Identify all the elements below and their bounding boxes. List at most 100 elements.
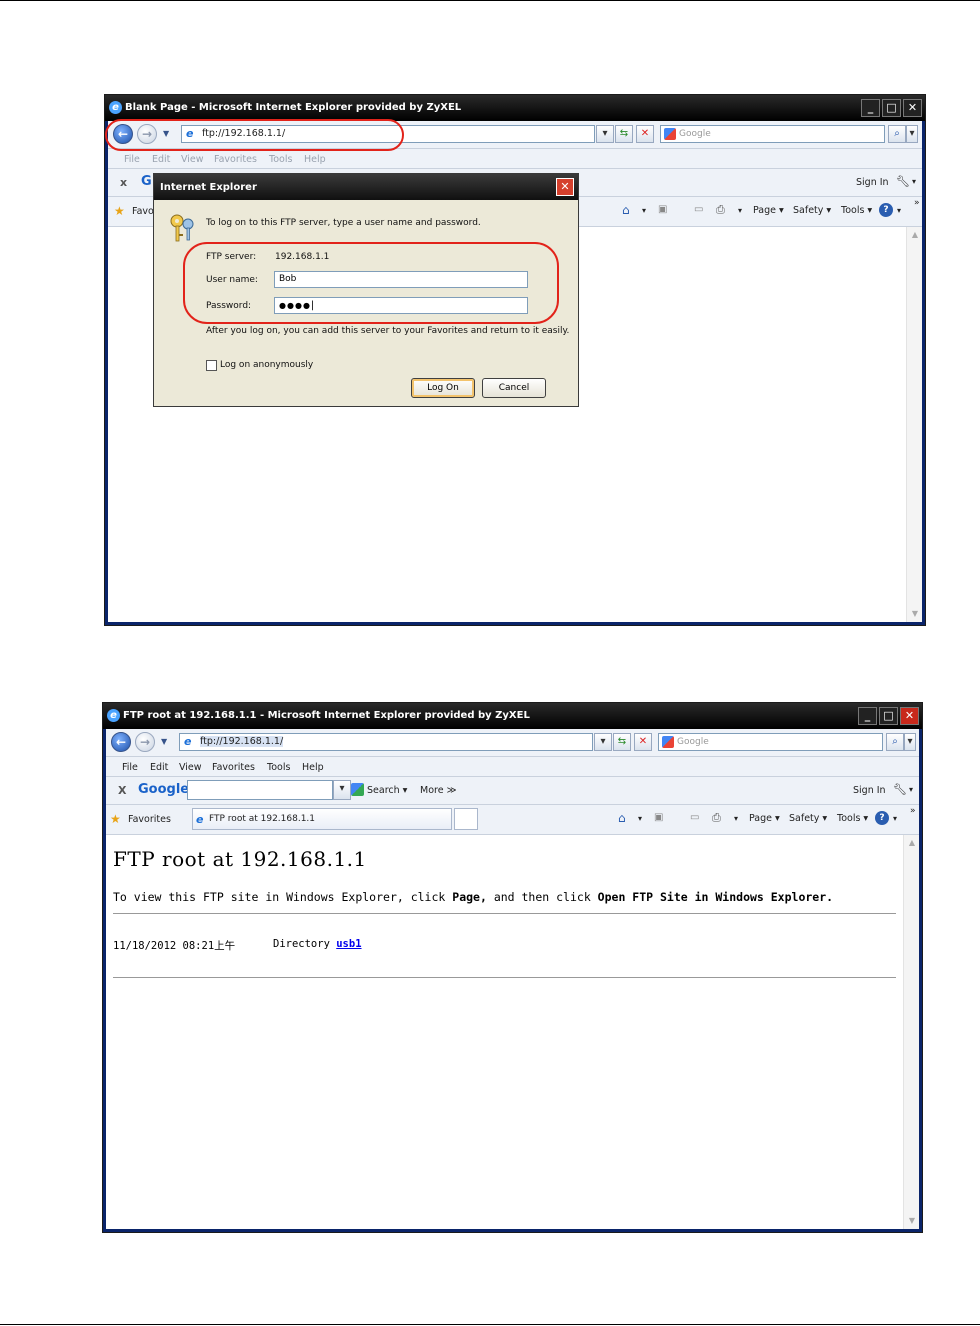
google-logo: Google [138, 782, 190, 797]
menu-edit[interactable]: Edit [152, 154, 170, 165]
google-search-input[interactable] [187, 780, 333, 800]
safety-menu[interactable]: Safety ▾ [793, 205, 831, 216]
favorites-button[interactable]: Favorites [128, 814, 171, 825]
close-button[interactable]: ✕ [903, 99, 922, 117]
menu-view[interactable]: View [181, 154, 204, 165]
google-toolbar-close[interactable]: X [118, 784, 126, 797]
page-bottom-rule [0, 1324, 980, 1325]
window-titlebar[interactable]: e FTP root at 192.168.1.1 - Microsoft In… [103, 703, 922, 729]
sign-in-link[interactable]: Sign In [853, 785, 886, 796]
sign-in-link[interactable]: Sign In [856, 177, 889, 188]
menu-help[interactable]: Help [304, 154, 326, 165]
search-input[interactable]: Google [658, 733, 883, 751]
scroll-up-icon[interactable]: ▲ [906, 837, 918, 849]
google-toolbar-close[interactable]: x [120, 176, 127, 189]
feeds-icon[interactable]: ▣ [658, 204, 667, 215]
chevron-more-icon[interactable]: » [914, 198, 920, 208]
maximize-button[interactable]: □ [879, 707, 898, 725]
home-dropdown-icon[interactable]: ▾ [638, 814, 642, 823]
ftp-heading: FTP root at 192.168.1.1 [113, 847, 367, 871]
new-tab-button[interactable] [454, 808, 478, 830]
print-dropdown-icon[interactable]: ▾ [734, 814, 738, 823]
favorites-button[interactable]: Favo [132, 206, 154, 217]
page-menu[interactable]: Page ▾ [753, 205, 784, 216]
tab-ftp-root[interactable]: e FTP root at 192.168.1.1 [192, 808, 452, 830]
scroll-down-icon[interactable]: ▼ [906, 1215, 918, 1227]
stop-button[interactable]: ✕ [634, 733, 652, 751]
tools-menu[interactable]: Tools ▾ [841, 205, 872, 216]
wrench-dropdown-icon[interactable]: ▾ [912, 177, 916, 186]
address-dropdown-button[interactable]: ▾ [596, 125, 614, 143]
safety-menu[interactable]: Safety ▾ [789, 813, 827, 824]
print-icon[interactable]: ⎙ [716, 203, 725, 217]
print-icon[interactable]: ⎙ [712, 811, 721, 825]
chevron-more-icon[interactable]: » [910, 806, 916, 816]
address-dropdown-button[interactable]: ▾ [594, 733, 612, 751]
help-dropdown-icon[interactable]: ▾ [893, 814, 897, 823]
anonymous-label[interactable]: Log on anonymously [220, 360, 313, 370]
help-dropdown-icon[interactable]: ▾ [897, 206, 901, 215]
menu-favorites[interactable]: Favorites [214, 154, 257, 165]
dialog-titlebar[interactable]: Internet Explorer [154, 174, 578, 200]
forward-button[interactable]: → [135, 732, 155, 752]
menu-tools[interactable]: Tools [269, 154, 292, 165]
anonymous-checkbox[interactable] [206, 360, 217, 371]
cancel-button[interactable]: Cancel [482, 378, 546, 398]
minimize-button[interactable]: _ [858, 707, 877, 725]
read-mail-icon[interactable]: ▭ [694, 204, 703, 215]
info-middle: and then click [486, 890, 598, 904]
google-toolbar: X Google ▾ Search ▾ More ≫ Sign In 🔧︎ ▾ [106, 777, 919, 805]
favorites-star-icon[interactable]: ★ [110, 812, 121, 826]
help-icon[interactable]: ? [875, 811, 889, 825]
more-button[interactable]: More ≫ [420, 785, 457, 796]
menu-tools[interactable]: Tools [267, 762, 290, 773]
dialog-instruction: To log on to this FTP server, type a use… [206, 218, 481, 228]
stop-button[interactable]: ✕ [636, 125, 654, 143]
wrench-dropdown-icon[interactable]: ▾ [909, 785, 913, 794]
scroll-down-icon[interactable]: ▼ [909, 608, 921, 620]
wrench-icon[interactable]: 🔧︎ [893, 783, 907, 796]
close-button[interactable]: ✕ [900, 707, 919, 725]
google-search-dropdown[interactable]: ▾ [333, 780, 351, 800]
recent-pages-dropdown-icon[interactable]: ▼ [161, 737, 167, 746]
refresh-button[interactable]: ⇆ [613, 733, 631, 751]
google-search-button[interactable]: Search ▾ [367, 785, 407, 796]
window-titlebar[interactable]: e Blank Page - Microsoft Internet Explor… [105, 95, 925, 121]
scroll-up-icon[interactable]: ▲ [909, 229, 921, 241]
search-options-button[interactable]: ▾ [904, 733, 916, 751]
search-button[interactable]: ⌕ [888, 125, 906, 143]
minimize-button[interactable]: _ [861, 99, 880, 117]
ftp-instructions: To view this FTP site in Windows Explore… [113, 890, 833, 904]
menu-view[interactable]: View [179, 762, 202, 773]
tools-menu[interactable]: Tools ▾ [837, 813, 868, 824]
menu-file[interactable]: File [122, 762, 138, 773]
page-menu[interactable]: Page ▾ [749, 813, 780, 824]
directory-row-type: Directory usb1 [273, 938, 362, 950]
refresh-button[interactable]: ⇆ [615, 125, 633, 143]
search-button[interactable]: ⌕ [886, 733, 904, 751]
print-dropdown-icon[interactable]: ▾ [738, 206, 742, 215]
help-icon[interactable]: ? [879, 203, 893, 217]
maximize-button[interactable]: □ [882, 99, 901, 117]
entry-date: 11/18/2012 08:21上午 [113, 940, 236, 952]
vertical-scrollbar[interactable]: ▲ ▼ [906, 227, 922, 622]
home-dropdown-icon[interactable]: ▾ [642, 206, 646, 215]
menu-edit[interactable]: Edit [150, 762, 168, 773]
home-icon[interactable]: ⌂ [622, 203, 630, 217]
search-options-button[interactable]: ▾ [906, 125, 918, 143]
read-mail-icon[interactable]: ▭ [690, 812, 699, 823]
feeds-icon[interactable]: ▣ [654, 812, 663, 823]
vertical-scrollbar[interactable]: ▲ ▼ [903, 835, 919, 1229]
favorites-star-icon[interactable]: ★ [114, 204, 125, 218]
search-input[interactable]: Google [660, 125, 885, 143]
menu-file[interactable]: File [124, 154, 140, 165]
usb1-directory-link[interactable]: usb1 [336, 938, 361, 950]
back-button[interactable]: ← [111, 732, 131, 752]
home-icon[interactable]: ⌂ [618, 811, 626, 825]
wrench-icon[interactable]: 🔧︎ [896, 175, 910, 188]
dialog-close-button[interactable]: ✕ [556, 178, 574, 196]
log-on-button[interactable]: Log On [411, 378, 475, 398]
menu-help[interactable]: Help [302, 762, 324, 773]
address-bar[interactable]: e ftp://192.168.1.1/ [179, 733, 593, 751]
menu-favorites[interactable]: Favorites [212, 762, 255, 773]
